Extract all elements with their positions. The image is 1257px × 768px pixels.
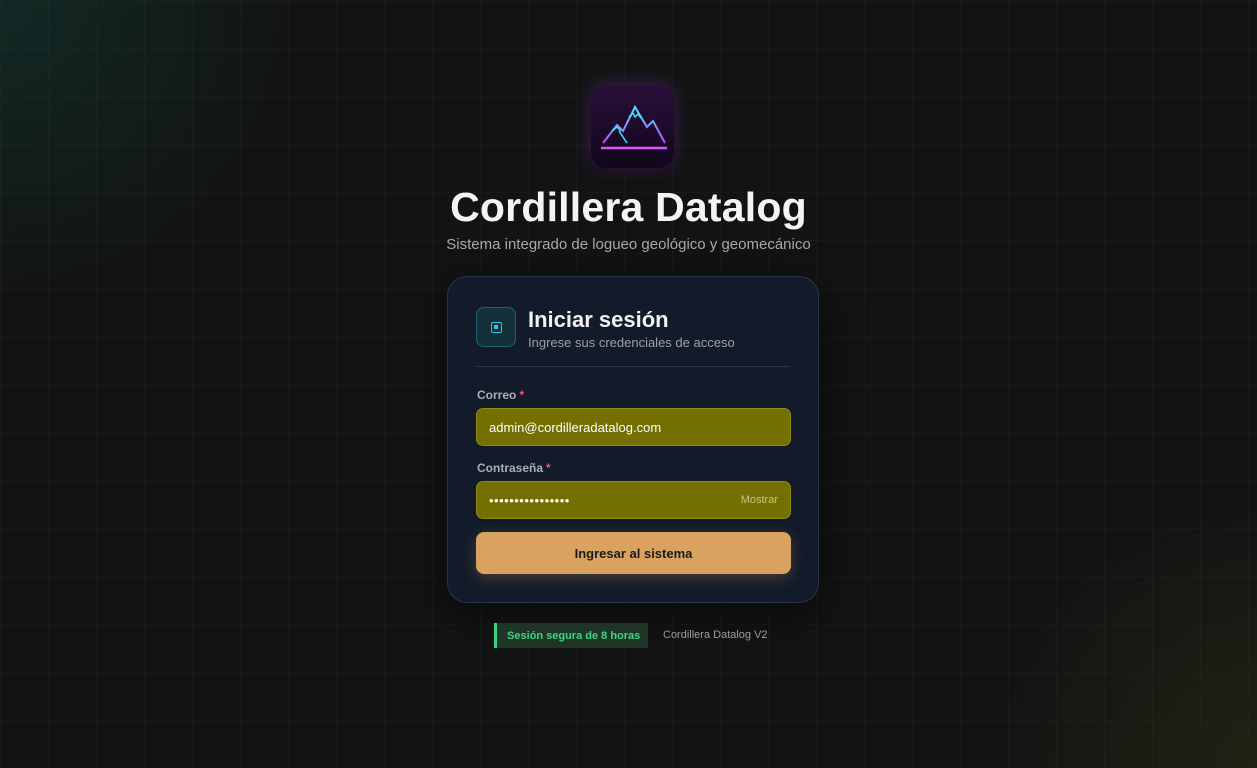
email-label: Correo *: [477, 388, 524, 402]
required-mark: *: [519, 388, 525, 402]
login-card: Iniciar sesión Ingrese sus credenciales …: [447, 276, 819, 603]
login-subtitle: Ingrese sus credenciales de acceso: [528, 335, 735, 350]
app-title: Cordillera Datalog: [450, 184, 807, 230]
login-header: Iniciar sesión Ingrese sus credenciales …: [476, 307, 790, 367]
password-input[interactable]: ••••••••••••••••: [489, 493, 741, 508]
submit-button[interactable]: Ingresar al sistema: [476, 532, 791, 574]
password-label-text: Contraseña: [477, 461, 544, 475]
email-label-text: Correo: [477, 388, 517, 402]
required-mark: *: [546, 461, 551, 475]
password-label: Contraseña *: [477, 461, 551, 475]
login-title: Iniciar sesión: [528, 307, 669, 332]
app-subtitle: Sistema integrado de logueo geológico y …: [446, 236, 811, 253]
app-logo: [591, 85, 674, 168]
session-badge: Sesión segura de 8 horas: [494, 623, 648, 648]
email-input[interactable]: [489, 419, 778, 435]
chip-icon: [476, 307, 516, 347]
email-field[interactable]: [476, 408, 791, 446]
show-password-button[interactable]: Mostrar: [741, 494, 778, 506]
version-label: Cordillera Datalog V2: [663, 629, 768, 641]
mountain-neon-icon: [600, 104, 667, 149]
password-field[interactable]: •••••••••••••••• Mostrar: [476, 481, 791, 519]
